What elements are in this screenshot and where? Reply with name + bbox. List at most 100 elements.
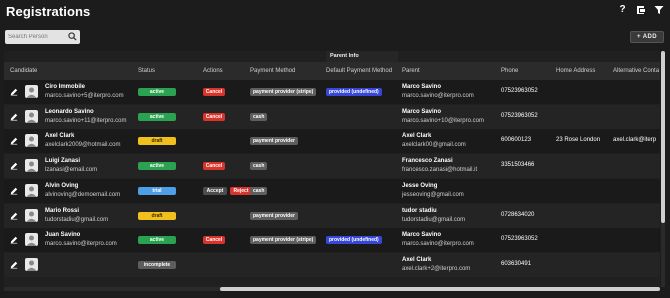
candidate-email: marco.savino@iterpro.com [45, 241, 117, 248]
edit-icon[interactable] [10, 88, 18, 96]
avatar [25, 208, 38, 222]
parent-name: Marco Savino [402, 232, 442, 239]
parent-name: Marco Savino [402, 108, 442, 115]
col-actions[interactable]: Actions [203, 68, 223, 74]
candidate-name: Juan Savino [45, 232, 81, 239]
payment-method-badge: payment provider (stripe) [250, 88, 317, 96]
table-row[interactable]: Mario Rossi tudorstadiu@gmail.com draft pay… [4, 203, 660, 228]
candidate-name: Axel Clark [45, 133, 75, 140]
col-payment-method[interactable]: Payment Method [250, 68, 295, 74]
table-row[interactable]: Alvin Oving alvinoving@demoemail.com trial… [4, 178, 660, 203]
search-input[interactable] [8, 31, 66, 43]
table-header: Candidate Status Actions Payment Method … [4, 62, 660, 80]
edit-icon[interactable] [10, 236, 18, 244]
alternative-contact: axel.clark@iterp [613, 137, 657, 144]
top-bar: Registrations ? [0, 0, 670, 24]
payment-method-badge: cash [250, 186, 268, 195]
payment-method-badge: payment provider [250, 211, 298, 220]
table-row[interactable]: Axel Clark axelclark2009@hotmail.com draft… [4, 129, 660, 154]
status-badge: draft [138, 137, 176, 146]
candidate-email: marco.savino+11@iterpro.com [45, 117, 127, 124]
vertical-scrollbar[interactable] [661, 51, 665, 287]
col-default-payment-method[interactable]: Default Payment Method [326, 68, 392, 74]
payment-method-badge: cash [250, 162, 268, 171]
table-row[interactable]: Leonardo Savino marco.savino+11@iterpro.c… [4, 104, 660, 129]
edit-icon[interactable] [10, 261, 18, 269]
col-parent[interactable]: Parent [402, 68, 420, 74]
search-icon[interactable] [68, 32, 77, 41]
help-icon[interactable]: ? [617, 4, 628, 15]
default-payment-method-badge: provided (undefined) [326, 236, 382, 245]
candidate-email: alvinoving@demoemail.com [45, 191, 121, 198]
horizontal-scrollbar[interactable] [4, 287, 660, 291]
phone: 0728634020 [501, 211, 535, 218]
payment-method-badge: payment provider [250, 137, 298, 146]
search-box [5, 30, 80, 44]
horizontal-scroll-thumb[interactable] [220, 287, 660, 291]
cancel-button[interactable]: Cancel [203, 236, 225, 245]
home-address: 23 Rose London [556, 137, 601, 144]
edit-icon[interactable] [10, 113, 18, 121]
avatar [25, 134, 38, 148]
parent-name: Axel Clark [402, 133, 432, 140]
parent-email: axel.clark+2@iterpro.com [402, 265, 471, 272]
avatar [25, 183, 38, 197]
edit-icon[interactable] [10, 162, 18, 170]
status-badge: active [138, 236, 176, 245]
edit-icon[interactable] [10, 212, 18, 220]
edit-icon[interactable] [10, 137, 18, 145]
default-payment-method-badge: provided (undefined) [326, 88, 382, 96]
payment-method-badge: cash [250, 112, 268, 121]
cancel-button[interactable]: Cancel [203, 162, 225, 171]
status-badge: active [138, 162, 176, 171]
cancel-button[interactable]: Cancel [203, 88, 225, 96]
status-badge: trial [138, 186, 176, 195]
col-candidate[interactable]: Candidate [10, 68, 37, 74]
table-row[interactable]: Juan Savino marco.savino@iterpro.com activ… [4, 228, 660, 253]
parent-email: marco.savino@iterpro.com [402, 241, 474, 248]
col-phone[interactable]: Phone [501, 68, 518, 74]
candidate-name: Ciro Immobile [45, 84, 86, 90]
phone: 600600123 [501, 137, 532, 144]
candidate-email: tudorstadiu@gmail.com [45, 216, 109, 223]
add-button[interactable]: + ADD [630, 31, 664, 43]
candidate-email: lzanasi@email.com [45, 167, 98, 174]
table-row[interactable]: incomplete Axel Clark axel.clark+2@iterpro… [4, 252, 660, 277]
phone: 603630491 [501, 260, 532, 267]
avatar [25, 159, 38, 173]
col-status[interactable]: Status [138, 68, 155, 74]
phone: 07523963052 [501, 112, 538, 119]
candidate-name: Luigi Zanasi [45, 158, 81, 165]
parent-name: Francesco Zanasi [402, 158, 453, 165]
candidate-name: Mario Rossi [45, 207, 80, 214]
candidate-email: axelclark2009@hotmail.com [45, 142, 121, 149]
parent-name: Axel Clark [402, 256, 432, 263]
status-badge: draft [138, 211, 176, 220]
phone: 3351503466 [501, 162, 535, 169]
edit-icon[interactable] [10, 187, 18, 195]
col-alternative-contact[interactable]: Alternative Conta [613, 68, 659, 74]
accept-button[interactable]: Accept [203, 186, 227, 195]
parent-email: tudorstadiu@gmail.com [402, 216, 466, 223]
top-toolbar: ? [617, 4, 664, 15]
payment-method-badge: payment provider (stripe) [250, 236, 317, 245]
table-row[interactable]: Ciro Immobile marco.savino+5@iterpro.com a… [4, 80, 660, 104]
candidate-email: marco.savino+5@iterpro.com [45, 93, 124, 99]
registrations-table: Parent Info Candidate Status Actions Pay… [4, 51, 660, 287]
candidate-name: Alvin Oving [45, 182, 79, 189]
table-row[interactable]: Luigi Zanasi lzanasi@email.com active Cance… [4, 154, 660, 179]
cancel-button[interactable]: Cancel [203, 112, 225, 121]
export-icon[interactable] [635, 4, 646, 15]
reject-button[interactable]: Reject [230, 186, 252, 195]
page-title: Registrations [6, 4, 91, 19]
parent-email: francesco.zanasi@hotmail.it [402, 167, 478, 174]
candidate-name: Leonardo Savino [45, 108, 94, 115]
col-home-address[interactable]: Home Address [556, 68, 595, 74]
status-badge: active [138, 88, 176, 96]
parent-email: marco.savino+10@iterpro.com [402, 117, 484, 124]
phone: 07523963052 [501, 236, 538, 243]
vertical-scroll-thumb[interactable] [661, 51, 665, 223]
phone: 07523963052 [501, 88, 538, 94]
avatar [25, 257, 38, 271]
filter-icon[interactable] [653, 4, 664, 15]
